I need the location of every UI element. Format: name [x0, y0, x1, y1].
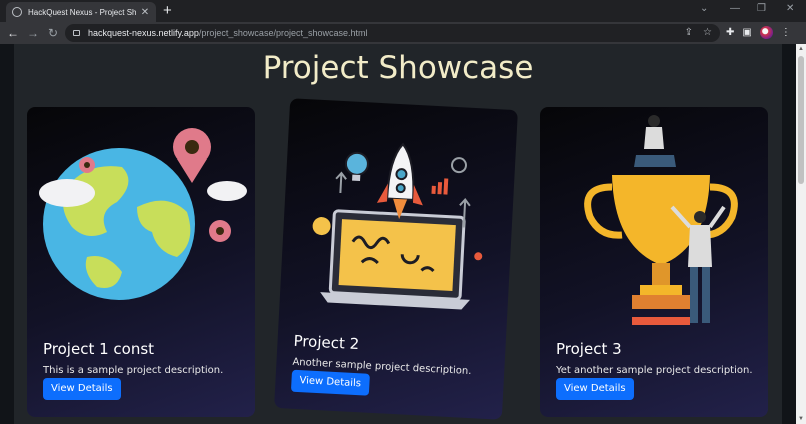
- share-icon[interactable]: ⇪: [685, 27, 693, 38]
- page-scrollbar[interactable]: ▲ ▼: [796, 44, 806, 424]
- browser-tab-strip: HackQuest Nexus - Project Showc ✕ + ⌄ — …: [0, 0, 806, 22]
- scroll-up-arrow-icon[interactable]: ▲: [798, 46, 804, 52]
- address-bar[interactable]: hackquest-nexus.netlify.app/project_show…: [65, 24, 720, 42]
- globe-illustration: [39, 128, 247, 300]
- browser-tab[interactable]: HackQuest Nexus - Project Showc ✕: [6, 2, 156, 22]
- menu-icon[interactable]: ⋮: [781, 27, 791, 38]
- extensions-icon[interactable]: ✚: [726, 27, 734, 38]
- page-viewport: Project Showcase Project 1 const This is…: [0, 44, 796, 424]
- rocket-laptop-illustration: [312, 142, 483, 310]
- globe-favicon-icon: [12, 7, 22, 17]
- close-window-icon[interactable]: ✕: [786, 3, 794, 14]
- view-details-button[interactable]: View Details: [290, 369, 370, 396]
- tab-search-icon[interactable]: ⌄: [700, 3, 708, 14]
- scrollbar-thumb[interactable]: [798, 56, 804, 184]
- new-tab-icon[interactable]: +: [163, 3, 172, 19]
- side-panel-icon[interactable]: ▣: [742, 27, 751, 38]
- reload-icon[interactable]: ↻: [43, 26, 63, 40]
- card-title: Project 3: [556, 340, 622, 358]
- url-host: hackquest-nexus.netlify.app: [88, 28, 199, 38]
- project-card-3: Project 3 Yet another sample project des…: [540, 107, 768, 417]
- browser-toolbar: ← → ↻ hackquest-nexus.netlify.app/projec…: [0, 22, 806, 44]
- scroll-down-arrow-icon[interactable]: ▼: [798, 416, 804, 422]
- project-card-1: Project 1 const This is a sample project…: [27, 107, 255, 417]
- page-title: Project Showcase: [262, 50, 534, 86]
- card-description: This is a sample project description.: [43, 365, 224, 376]
- lock-icon: [73, 30, 80, 36]
- profile-avatar[interactable]: [759, 26, 773, 39]
- card-title: Project 1 const: [43, 340, 155, 358]
- url-path: /project_showcase/project_showcase.html: [198, 28, 368, 38]
- tab-title: HackQuest Nexus - Project Showc: [28, 7, 136, 17]
- close-tab-icon[interactable]: ✕: [140, 7, 150, 18]
- bookmark-star-icon[interactable]: ☆: [703, 27, 712, 38]
- card-title: Project 2: [293, 331, 360, 354]
- card-description: Yet another sample project description.: [556, 365, 753, 376]
- minimize-icon[interactable]: —: [730, 3, 740, 14]
- back-icon[interactable]: ←: [3, 26, 23, 40]
- trophy-illustration: [584, 115, 738, 325]
- view-details-button[interactable]: View Details: [556, 378, 634, 400]
- project-card-2: Project 2 Another sample project descrip…: [274, 98, 518, 420]
- view-details-button[interactable]: View Details: [43, 378, 121, 400]
- forward-icon[interactable]: →: [23, 26, 43, 40]
- restore-icon[interactable]: ❐: [757, 3, 766, 14]
